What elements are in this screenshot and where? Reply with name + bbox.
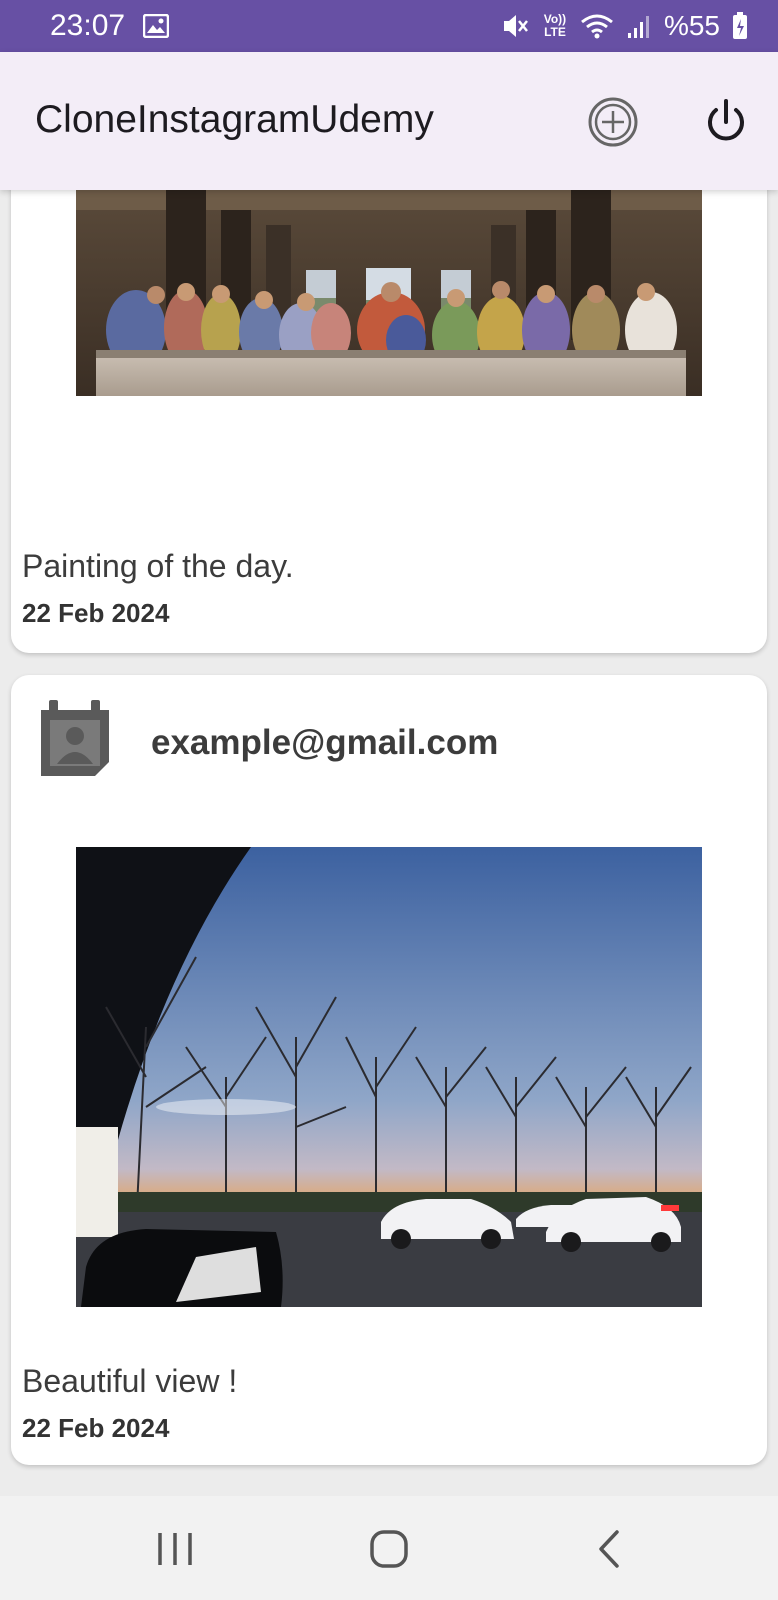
- add-post-icon[interactable]: [587, 96, 639, 148]
- system-nav-bar: [0, 1496, 778, 1600]
- volte-icon: Vo)) LTE: [543, 12, 567, 39]
- status-time: 23:07: [50, 9, 126, 42]
- mute-icon: [503, 15, 528, 37]
- back-icon[interactable]: [585, 1524, 635, 1574]
- post-card: example@gmail.com Beautiful view ! 22 Fe…: [11, 675, 767, 1465]
- recent-apps-icon[interactable]: [150, 1524, 200, 1574]
- battery-icon: [733, 12, 747, 39]
- post-caption: Beautiful view !: [22, 1363, 238, 1399]
- app-bar: CloneInstagramUdemy: [0, 52, 778, 190]
- post-caption: Painting of the day.: [22, 548, 294, 584]
- gallery-icon: [143, 14, 170, 38]
- post-card: Painting of the day. 22 Feb 2024: [11, 190, 767, 653]
- status-bar: 23:07 Vo)) LTE %55: [0, 0, 778, 52]
- post-date: 22 Feb 2024: [22, 598, 170, 628]
- signal-icon: [627, 16, 649, 38]
- power-icon[interactable]: [700, 96, 752, 148]
- sunset-parking-lot-photo: [76, 847, 702, 1307]
- post-feed[interactable]: Painting of the day. 22 Feb 2024 example…: [0, 190, 778, 1496]
- last-supper-painting: [76, 190, 702, 396]
- battery-percent: %55: [663, 10, 720, 41]
- post-date: 22 Feb 2024: [22, 1413, 170, 1443]
- wifi-icon: [581, 14, 613, 39]
- home-icon[interactable]: [364, 1524, 414, 1574]
- post-username[interactable]: example@gmail.com: [151, 723, 498, 763]
- app-title: CloneInstagramUdemy: [35, 98, 434, 141]
- account-box-icon: [41, 700, 109, 776]
